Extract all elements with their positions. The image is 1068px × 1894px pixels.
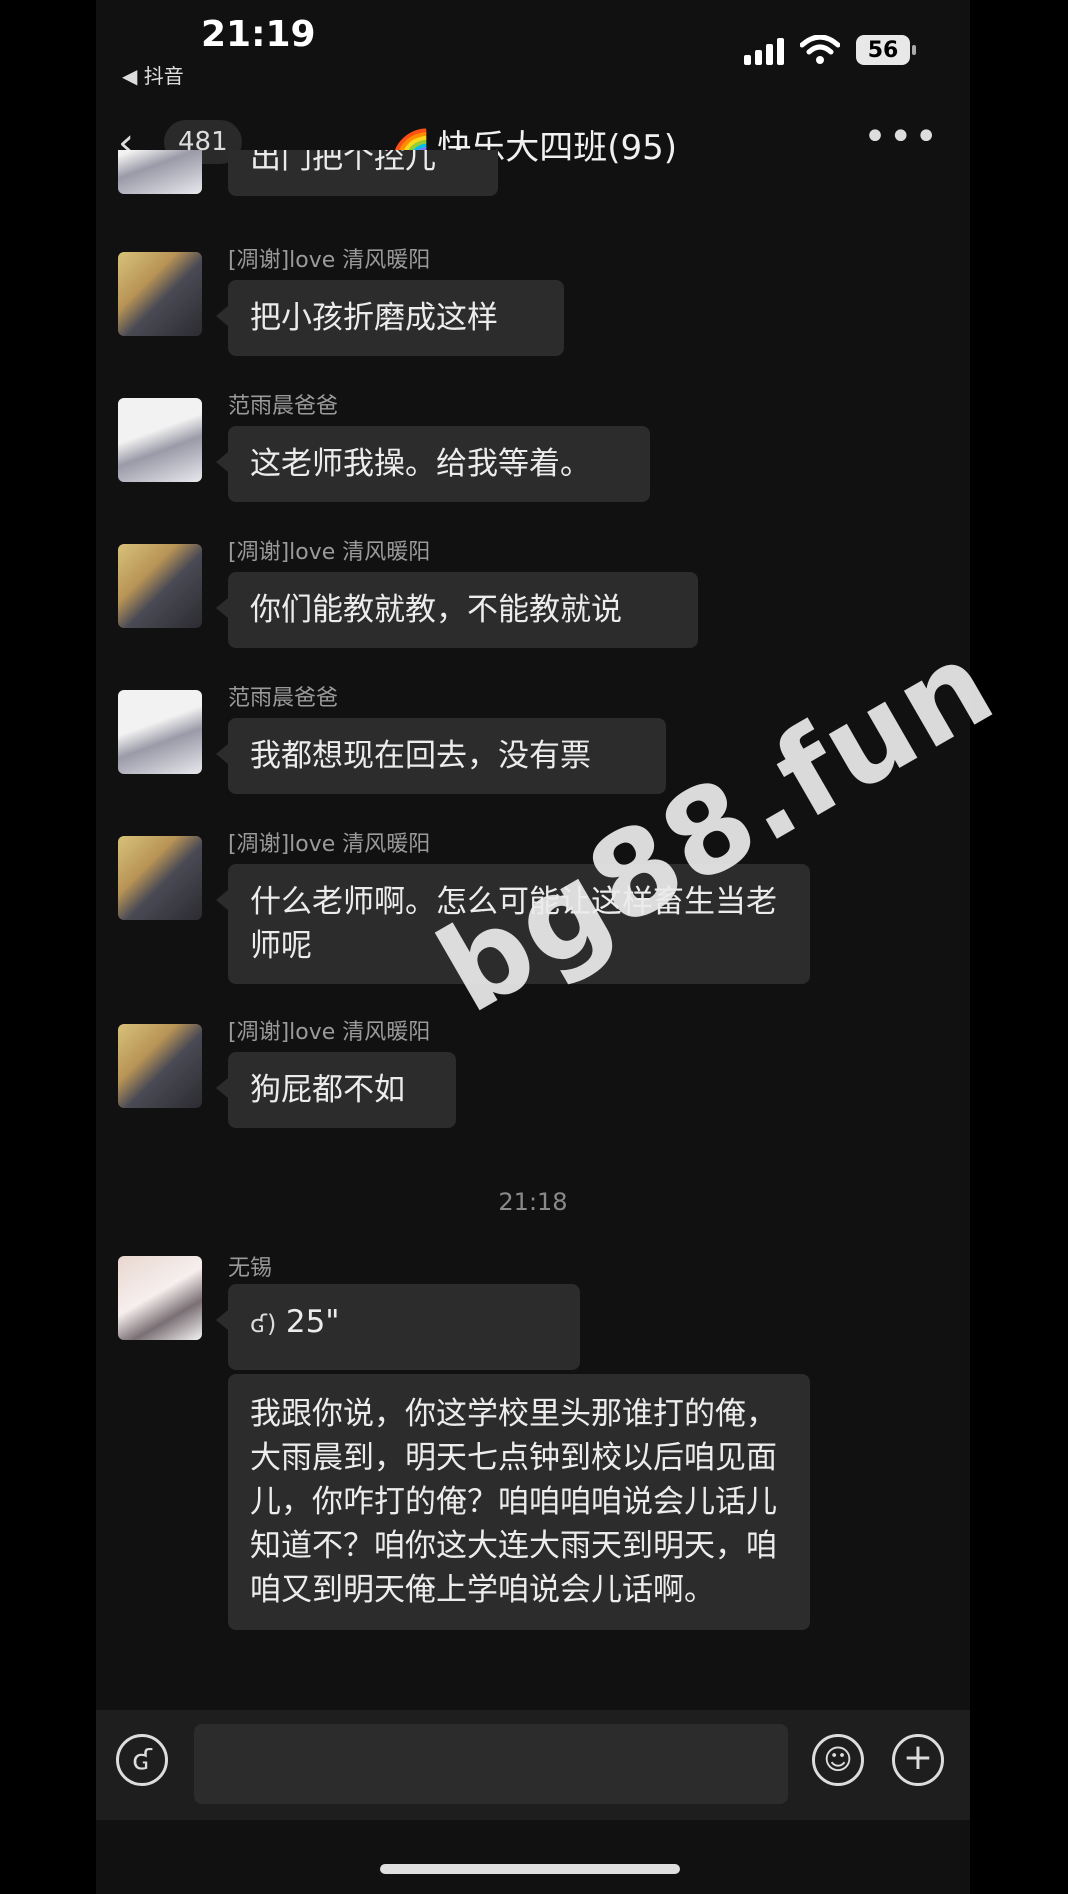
input-bar: ʛ ☺ + [96, 1710, 970, 1820]
message-item: 出门把个控儿 [96, 150, 970, 220]
time-divider: 21:18 [498, 1188, 568, 1216]
battery-icon: 56 [856, 35, 916, 65]
avatar[interactable] [118, 398, 202, 482]
sender-name: 无锡 [228, 1256, 273, 1281]
avatar[interactable] [118, 544, 202, 628]
signal-icon [744, 35, 784, 65]
avatar[interactable] [118, 836, 202, 920]
message-bubble[interactable]: 把小孩折磨成这样 [216, 280, 564, 356]
message-bubble[interactable]: 出门把个控儿 [228, 150, 498, 196]
emoji-icon[interactable]: ☺ [812, 1734, 864, 1786]
avatar[interactable] [118, 252, 202, 336]
voice-duration: 25" [285, 1304, 340, 1340]
sender-name: 范雨晨爸爸 [228, 686, 339, 711]
plus-icon[interactable]: + [892, 1734, 944, 1786]
avatar[interactable] [118, 1256, 202, 1340]
status-back-app[interactable]: ◀ 抖音 [122, 60, 184, 89]
voice-message-bubble[interactable]: ʛ) 25" [216, 1284, 580, 1370]
voice-wave-icon: ʛ) [250, 1309, 277, 1338]
status-time: 21:19 [201, 14, 316, 55]
wifi-icon [800, 35, 840, 64]
sender-name: 范雨晨爸爸 [228, 394, 339, 419]
status-icons: 56 [744, 30, 916, 70]
voice-icon[interactable]: ʛ [116, 1734, 168, 1786]
message-bubble[interactable]: 狗屁都不如 [216, 1052, 456, 1128]
avatar[interactable] [118, 690, 202, 774]
sender-name: [凋谢]love 清风暖阳 [228, 832, 431, 857]
sender-name: [凋谢]love 清风暖阳 [228, 248, 431, 273]
sender-name: [凋谢]love 清风暖阳 [228, 540, 431, 565]
home-indicator[interactable] [380, 1864, 680, 1874]
message-bubble[interactable]: 你们能教就教，不能教就说 [216, 572, 698, 648]
phone-frame-right [970, 0, 1068, 1894]
sender-name: [凋谢]love 清风暖阳 [228, 1020, 431, 1045]
avatar[interactable] [118, 1024, 202, 1108]
message-input[interactable] [194, 1724, 788, 1804]
chat-screen: 21:19 ◀ 抖音 56 ‹ 481 🌈 快乐大四班(95) ••• 出门把个控… [96, 0, 1016, 1894]
avatar[interactable] [118, 150, 202, 194]
phone-frame-left [0, 0, 96, 1894]
message-bubble[interactable]: 我都想现在回去，没有票 [216, 718, 666, 794]
voice-transcript[interactable]: 我跟你说，你这学校里头那谁打的俺，大雨晨到，明天七点钟到校以后咱见面儿，你咋打的… [228, 1374, 810, 1630]
message-bubble[interactable]: 这老师我操。给我等着。 [216, 426, 650, 502]
